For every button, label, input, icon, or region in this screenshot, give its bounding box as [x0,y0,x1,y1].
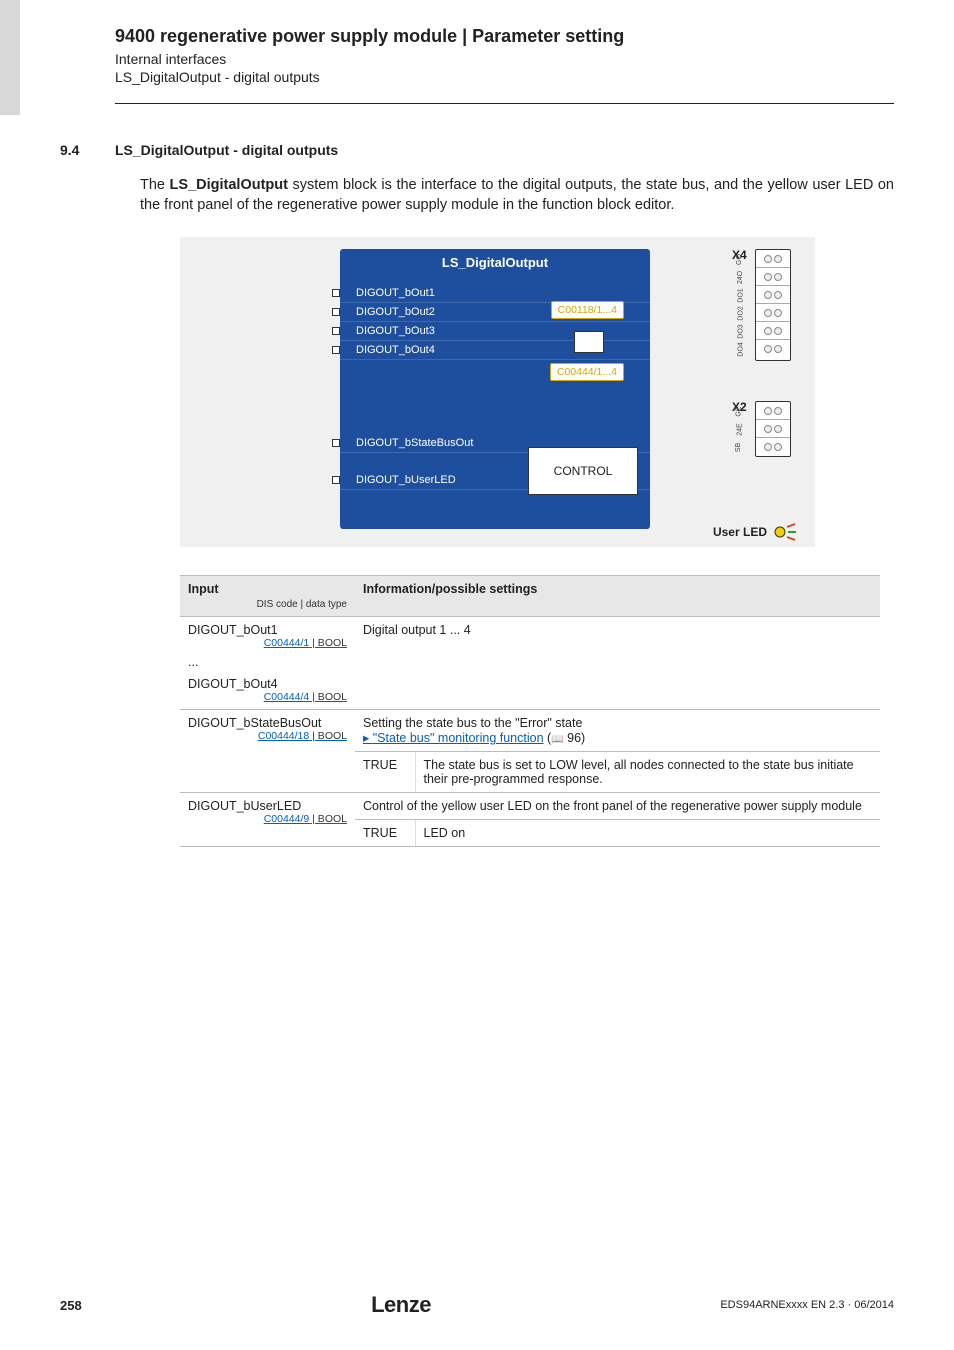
intro-paragraph: The LS_DigitalOutput system block is the… [140,176,894,215]
control-box: CONTROL [528,447,638,495]
header-rule [115,103,894,104]
dis-link[interactable]: C00444/1 | BOOL [188,637,347,649]
table-row: DIGOUT_bStateBusOut C00444/18 | BOOL Set… [180,710,880,752]
doc-id: EDS94ARNExxxx EN 2.3 · 06/2014 [720,1299,894,1311]
input-name: DIGOUT_bStateBusOut [188,716,347,730]
value-text: LED on [415,820,880,847]
pin-label: 24O [737,271,744,284]
value-text: The state bus is set to LOW level, all n… [415,752,880,793]
doc-sub1: Internal interfaces [115,51,894,67]
pin-label: DO1 [738,288,745,302]
io-table: Input DIS code | data type Information/p… [180,575,880,847]
text: ( 96) [547,731,585,745]
statebus-link[interactable]: "State bus" monitoring function [363,731,544,745]
table-row: DIGOUT_bOut1 C00444/1 | BOOL Digital out… [180,617,880,656]
value-cell: TRUE [355,820,415,847]
led-icon [773,523,797,541]
pin-label: SB [735,443,742,452]
pin-label: DO4 [738,342,745,356]
table-row: DIGOUT_bUserLED C00444/9 | BOOL Control … [180,793,880,820]
pin-label: GE [736,407,743,417]
section-title: LS_DigitalOutput - digital outputs [115,142,338,158]
pin-label: 24E [737,423,744,435]
input-name: DIGOUT_bOut4 [188,677,347,691]
text: The [140,177,170,193]
terminal-x4: X4 GO 24O DO1 DO2 DO3 DO4 [755,249,791,361]
page-footer: 258 Lenze EDS94ARNExxxx EN 2.3 · 06/2014 [60,1292,894,1318]
book-icon [551,731,563,745]
text-bold: LS_DigitalOutput [170,177,288,193]
block-diagram: LS_DigitalOutput DIGOUT_bOut1 DIGOUT_bOu… [180,237,815,547]
block-title: LS_DigitalOutput [340,249,650,284]
ellipsis: ... [180,655,355,671]
text: Input [188,582,219,596]
terminal-x2: X2 GE 24E SB [755,401,791,457]
pin-label: DO3 [738,324,745,338]
user-led-label: User LED [713,525,767,539]
dis-link[interactable]: C00444/4 | BOOL [188,691,347,703]
logic-box [574,331,604,353]
input-name: DIGOUT_bUserLED [188,799,347,813]
system-block: LS_DigitalOutput DIGOUT_bOut1 DIGOUT_bOu… [340,249,650,529]
param-box: C00444/1...4 [550,363,624,381]
text: Setting the state bus to the "Error" sta… [363,716,582,730]
value-cell: TRUE [355,752,415,793]
page-number: 258 [60,1298,82,1313]
page-header: 9400 regenerative power supply module | … [0,0,954,97]
param-box: C00118/1...4 [551,301,624,319]
doc-title: 9400 regenerative power supply module | … [115,26,894,47]
col-header-input: Input DIS code | data type [180,576,355,617]
dis-note: DIS code | data type [188,599,347,610]
doc-sub2: LS_DigitalOutput - digital outputs [115,69,894,85]
section-number: 9.4 [60,142,115,158]
pin-label: DO2 [738,306,745,320]
dis-link[interactable]: C00444/18 | BOOL [188,730,347,742]
brand-logo: Lenze [371,1292,431,1318]
info-cell: Setting the state bus to the "Error" sta… [355,710,880,752]
section-heading: 9.4 LS_DigitalOutput - digital outputs [60,142,894,158]
info-cell: Digital output 1 ... 4 [355,617,880,710]
col-header-info: Information/possible settings [355,576,880,617]
pin-label: GO [736,254,743,265]
dis-link[interactable]: C00444/9 | BOOL [188,813,347,825]
header-stripe [0,0,20,115]
info-cell: Control of the yellow user LED on the fr… [355,793,880,820]
input-name: DIGOUT_bOut1 [188,623,347,637]
